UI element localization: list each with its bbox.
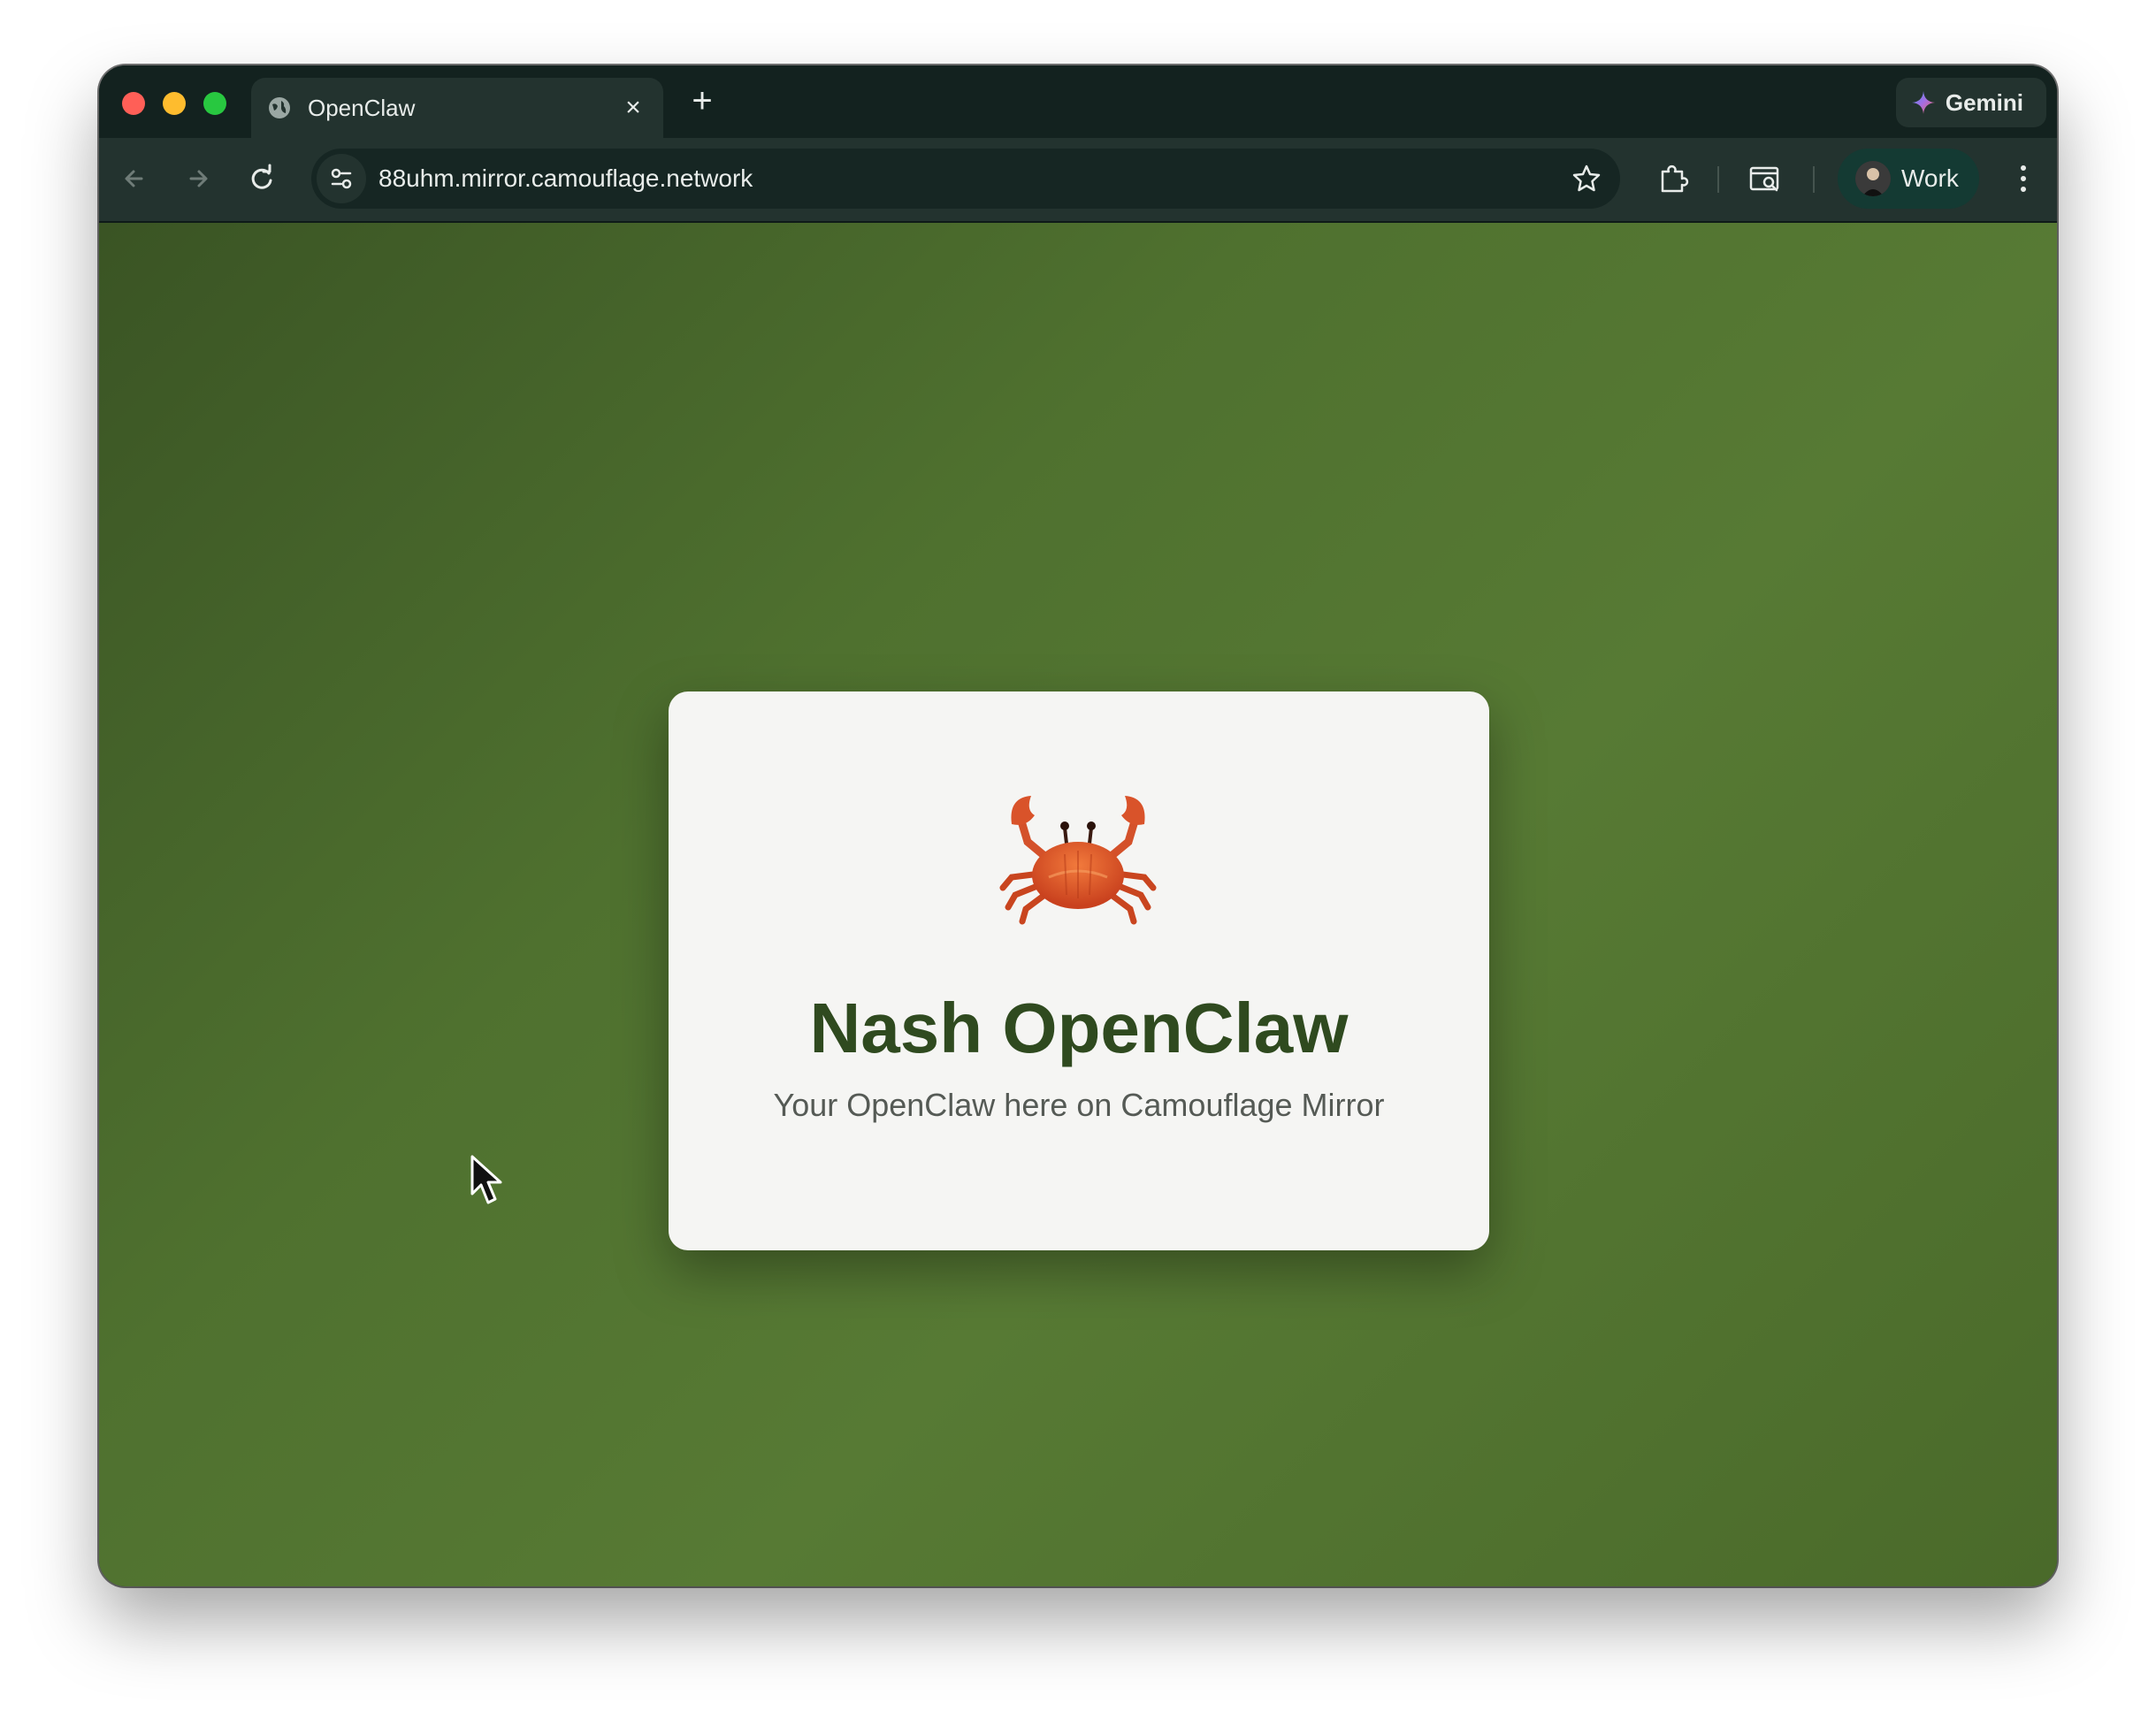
globe-icon	[269, 97, 290, 118]
gemini-sparkle-icon	[1911, 91, 1935, 114]
site-settings-button[interactable]	[317, 154, 366, 203]
extensions-puzzle-icon[interactable]	[1655, 161, 1691, 196]
close-window-button[interactable]	[122, 92, 145, 115]
minimize-window-button[interactable]	[163, 92, 186, 115]
profile-button[interactable]: Work	[1838, 149, 1979, 209]
profile-label: Work	[1901, 164, 1959, 192]
browser-toolbar: 88uhm.mirror.camouflage.network Work	[99, 138, 2057, 223]
gemini-label: Gemini	[1945, 88, 2023, 116]
address-bar[interactable]: 88uhm.mirror.camouflage.network	[311, 149, 1620, 209]
avatar-person-icon	[1855, 161, 1891, 196]
toolbar-divider	[1717, 166, 1719, 193]
toolbar-divider	[1813, 166, 1815, 193]
new-tab-button[interactable]: +	[683, 83, 722, 122]
mouse-cursor-icon	[470, 1155, 502, 1204]
url-text[interactable]: 88uhm.mirror.camouflage.network	[378, 164, 753, 193]
page-content: Nash OpenClaw Your OpenClaw here on Camo…	[99, 223, 2057, 1586]
forward-arrow-icon[interactable]	[180, 161, 216, 196]
tune-icon	[331, 168, 352, 189]
page-subtitle: Your OpenClaw here on Camouflage Mirror	[773, 1087, 1385, 1123]
tab-openclaw[interactable]: OpenClaw ×	[251, 78, 663, 138]
gemini-button[interactable]: Gemini	[1895, 78, 2046, 127]
search-tab-icon[interactable]	[1747, 161, 1783, 196]
tab-close-button[interactable]: ×	[619, 94, 647, 122]
bookmark-star-icon[interactable]	[1571, 163, 1602, 195]
reload-icon[interactable]	[244, 161, 279, 196]
more-menu-icon[interactable]	[2015, 161, 2032, 196]
browser-window: OpenClaw × + Gemini 88uhm.mirror.camoufl…	[99, 65, 2057, 1586]
tab-strip: OpenClaw × + Gemini	[99, 65, 2057, 138]
avatar	[1855, 161, 1891, 196]
crab-icon	[999, 796, 1157, 925]
maximize-window-button[interactable]	[203, 92, 226, 115]
tab-title: OpenClaw	[308, 95, 416, 121]
page-title: Nash OpenClaw	[809, 989, 1349, 1067]
back-arrow-icon[interactable]	[117, 161, 152, 196]
welcome-card: Nash OpenClaw Your OpenClaw here on Camo…	[669, 691, 1489, 1250]
